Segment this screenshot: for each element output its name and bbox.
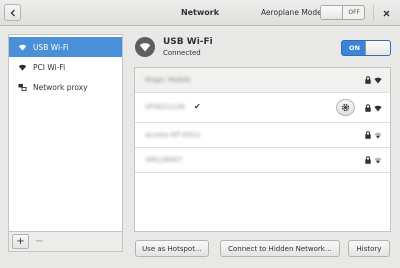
proxy-icon xyxy=(18,83,27,92)
airplane-mode-label: Aeroplane Mode xyxy=(261,8,322,17)
network-list: Magic Mobile VF0021134 ✔ access-NT-0012 … xyxy=(134,67,391,232)
wifi-signal-icon xyxy=(374,132,382,139)
wifi-device-icon xyxy=(135,37,155,57)
switch-knob[interactable] xyxy=(321,6,343,19)
wifi-signal-icon xyxy=(374,77,382,84)
lock-icon xyxy=(365,76,371,84)
wifi-signal-icon xyxy=(374,105,382,112)
chevron-left-icon xyxy=(10,9,15,16)
connect-hidden-network-button[interactable]: Connect to Hidden Network… xyxy=(220,240,340,257)
network-name: Magic Mobile xyxy=(145,76,191,84)
network-name: VM128007 xyxy=(145,156,183,164)
wifi-signal-icon xyxy=(374,157,382,164)
close-icon xyxy=(383,10,389,16)
sidebar-item-network-proxy[interactable]: Network proxy xyxy=(9,77,122,97)
lock-icon xyxy=(365,104,371,112)
airplane-mode-state: OFF xyxy=(348,9,360,16)
device-status: Connected xyxy=(163,49,201,57)
checkmark-icon: ✔ xyxy=(194,102,201,111)
wifi-icon xyxy=(18,63,27,72)
sidebar-item-label: PCI Wi-Fi xyxy=(33,62,66,72)
header-separator xyxy=(373,5,374,21)
wifi-switch-state: ON xyxy=(349,44,360,52)
history-button[interactable]: History xyxy=(348,240,390,257)
network-row-connected[interactable]: VF0021134 ✔ xyxy=(135,93,390,123)
header-bar: Network Aeroplane Mode OFF xyxy=(0,0,400,26)
back-button[interactable] xyxy=(4,4,21,21)
network-name: VF0021134 xyxy=(145,103,185,111)
network-settings-button[interactable] xyxy=(336,99,355,116)
remove-connection-button[interactable]: − xyxy=(31,234,48,249)
airplane-mode-switch[interactable]: OFF xyxy=(320,5,365,20)
network-settings-window: Network Aeroplane Mode OFF USB Wi-Fi PCI… xyxy=(0,0,400,268)
switch-knob[interactable] xyxy=(365,41,390,55)
sidebar-item-usb-wifi[interactable]: USB Wi-Fi xyxy=(9,37,122,57)
sidebar-item-pci-wifi[interactable]: PCI Wi-Fi xyxy=(9,57,122,77)
add-connection-button[interactable]: + xyxy=(12,234,29,249)
gear-icon xyxy=(341,103,350,112)
use-as-hotspot-button[interactable]: Use as Hotspot… xyxy=(135,240,209,257)
sidebar: USB Wi-Fi PCI Wi-Fi Network proxy + − xyxy=(8,34,123,252)
sidebar-item-label: Network proxy xyxy=(33,82,88,92)
close-button[interactable] xyxy=(380,7,392,19)
network-name: access-NT-0012 xyxy=(145,131,201,139)
device-name: USB Wi-Fi xyxy=(163,37,213,47)
network-row[interactable]: access-NT-0012 xyxy=(135,123,390,148)
wifi-icon xyxy=(18,43,27,52)
sidebar-item-label: USB Wi-Fi xyxy=(33,42,69,52)
sidebar-toolbar: + − xyxy=(9,231,122,251)
lock-icon xyxy=(365,156,371,164)
wifi-power-switch[interactable]: ON xyxy=(341,40,391,56)
network-row[interactable]: VM128007 xyxy=(135,148,390,173)
lock-icon xyxy=(365,131,371,139)
network-row[interactable]: Magic Mobile xyxy=(135,68,390,93)
